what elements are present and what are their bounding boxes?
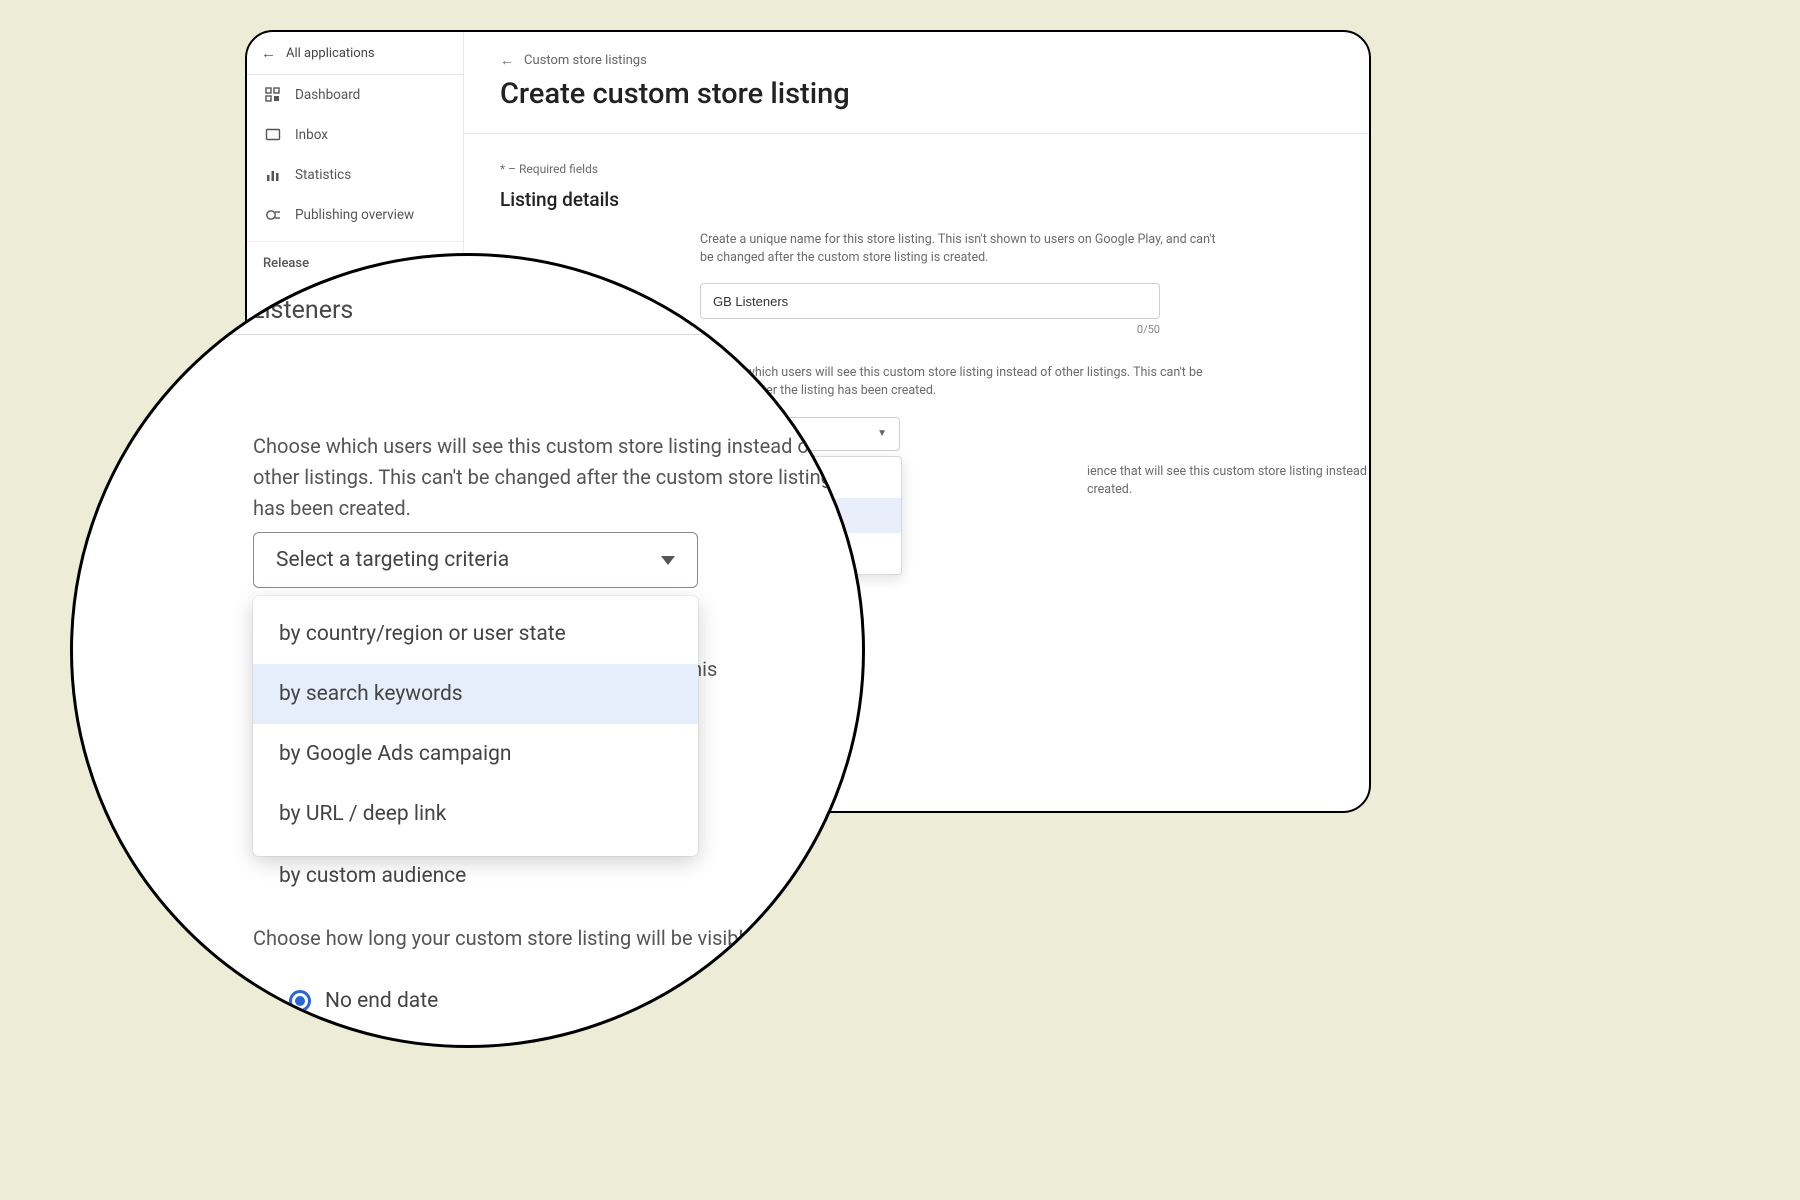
targeting-select-zoom[interactable]: Select a targeting criteria [253,532,698,588]
section-heading-listing-details: Listing details [500,188,1339,211]
arrow-left-icon: ← [261,44,276,62]
sidebar-item-label: Dashboard [295,87,360,103]
sidebar-item-label: Publishing overview [295,207,414,223]
targeting-option-url[interactable]: by URL / deep link [253,784,698,844]
targeting-dropdown-zoom: by country/region or user state by searc… [253,596,698,856]
sidebar-item-statistics[interactable]: Statistics [247,155,463,195]
chevron-down-icon: ▼ [877,428,887,439]
targeting-option-keywords[interactable]: by search keywords [253,664,698,724]
page-title: Create custom store listing [500,77,1339,111]
arrow-left-icon: ← [500,52,514,69]
divider [464,133,1369,134]
no-end-date-option[interactable]: No end date [289,989,438,1013]
divider [83,334,733,335]
breadcrumb-label: Custom store listings [524,53,647,68]
chevron-down-icon [661,556,675,565]
sidebar-item-label: Inbox [295,127,328,143]
sidebar-item-publishing[interactable]: Publishing overview [247,195,463,235]
targeting-select-placeholder: Select a targeting criteria [276,548,509,572]
radio-selected-icon [289,990,311,1012]
breadcrumb[interactable]: ← Custom store listings [500,52,1339,69]
statistics-icon [265,167,281,183]
magnifier-overlay: Listeners Choose which users will see th… [70,253,865,1048]
targeting-option-ads[interactable]: by Google Ads campaign [253,724,698,784]
publishing-icon [265,207,281,223]
all-applications-label: All applications [286,46,375,61]
sidebar-item-label: Statistics [295,167,351,183]
inbox-icon [265,127,281,143]
dashboard-icon [265,87,281,103]
sidebar-item-dashboard[interactable]: Dashboard [247,75,463,115]
schedule-help-zoom: Choose how long your custom store listin… [253,926,754,950]
required-fields-note: * – Required fields [500,162,1339,176]
targeting-help-zoom: Choose which users will see this custom … [253,431,833,524]
listeners-label: Listeners [251,296,353,325]
targeting-option-country[interactable]: by country/region or user state [253,604,698,664]
audience-help-text: ience that will see this custom store li… [1087,463,1371,499]
sidebar-item-inbox[interactable]: Inbox [247,115,463,155]
no-end-date-label: No end date [325,989,438,1013]
targeting-option-custom-audience[interactable]: by custom audience [279,864,466,888]
all-applications-link[interactable]: ← All applications [247,32,463,75]
